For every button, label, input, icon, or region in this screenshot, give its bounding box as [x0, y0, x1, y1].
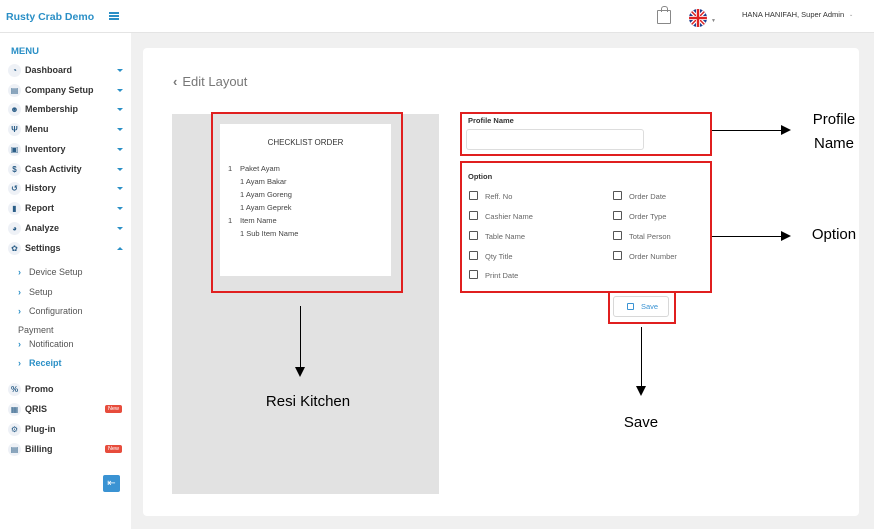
sidebar-subitem-configuration[interactable]: › Configuration — [18, 306, 83, 316]
sidebar-subitem-notification[interactable]: › Notification — [18, 339, 74, 349]
sidebar-subitem-device-setup[interactable]: › Device Setup — [18, 267, 83, 277]
sidebar-item-label: Plug-in — [25, 424, 56, 434]
sidebar-item-plugin[interactable]: ⚙ Plug-in — [8, 421, 126, 439]
annotation-label-save: Save — [623, 414, 659, 431]
uk-flag-icon[interactable] — [689, 9, 707, 27]
arrow-right-icon — [781, 231, 791, 241]
qr-icon: ▦ — [8, 403, 21, 416]
chevron-down-icon — [117, 227, 123, 230]
chevron-down-icon — [117, 168, 123, 171]
sidebar-item-label: Promo — [25, 384, 54, 394]
sidebar-item-label: Billing — [25, 444, 53, 454]
chevron-down-icon — [117, 108, 123, 111]
sidebar-item-analyze[interactable]: ◕ Analyze — [8, 220, 126, 238]
sidebar-subitem-receipt[interactable]: › Receipt — [18, 358, 62, 368]
annotation-box-profile-name — [460, 112, 712, 156]
menu-title: MENU — [11, 46, 39, 57]
sidebar-item-label: Dashboard — [25, 65, 73, 75]
chevron-down-icon[interactable]: ▼ — [711, 18, 716, 24]
chevron-right-icon: › — [18, 287, 21, 297]
annotation-label-profile-name: Profile Name — [812, 111, 856, 152]
shopping-bag-icon[interactable] — [657, 6, 671, 24]
sidebar-item-company-setup[interactable]: ▤ Company Setup — [8, 82, 126, 100]
billing-icon: ▤ — [8, 443, 21, 456]
history-icon: ↺ — [8, 182, 21, 195]
annotation-label-resi-kitchen: Resi Kitchen — [265, 393, 351, 410]
sidebar-item-label: Report — [25, 203, 54, 213]
annotation-label-option: Option — [811, 226, 857, 243]
sidebar-item-history[interactable]: ↺ History — [8, 180, 126, 198]
sidebar-item-cash-activity[interactable]: $ Cash Activity — [8, 161, 126, 179]
sidebar-subitem-setup[interactable]: › Setup — [18, 287, 53, 297]
sidebar-item-label: Cash Activity — [25, 164, 82, 174]
sidebar-item-report[interactable]: ▮ Report — [8, 200, 126, 218]
chevron-down-icon — [117, 187, 123, 190]
sidebar-item-inventory[interactable]: ▣ Inventory — [8, 141, 126, 159]
inventory-icon: ▣ — [8, 143, 21, 156]
arrow-right-icon — [781, 125, 791, 135]
chevron-right-icon: › — [18, 267, 21, 277]
annotation-arrow-line — [300, 306, 301, 368]
arrow-down-icon — [636, 386, 646, 396]
brand-bar: Rusty Crab Demo — [0, 0, 131, 33]
sidebar-item-label: Menu — [25, 124, 49, 134]
report-icon: ▮ — [8, 202, 21, 215]
chevron-down-icon — [117, 69, 123, 72]
sidebar-item-menu[interactable]: Ψ Menu — [8, 121, 126, 139]
users-icon: ☻ — [8, 103, 21, 116]
chevron-right-icon: › — [18, 358, 21, 368]
chevron-down-icon — [117, 207, 123, 210]
sidebar-item-qris[interactable]: ▦ QRIS New — [8, 401, 126, 419]
collapse-sidebar-button[interactable]: ⇤ — [103, 475, 120, 492]
chevron-down-icon — [117, 128, 123, 131]
brand-name[interactable]: Rusty Crab Demo — [6, 11, 94, 23]
chevron-right-icon: › — [18, 339, 21, 349]
chevron-left-icon: ‹ — [173, 74, 178, 89]
dashboard-icon: ◔ — [8, 64, 21, 77]
arrow-down-icon — [295, 367, 305, 377]
user-chevron-icon[interactable]: ⌄ — [849, 12, 853, 18]
sidebar-item-label: Membership — [25, 104, 79, 114]
plugin-icon: ⚙ — [8, 423, 21, 436]
page-title: Edit Layout — [182, 74, 248, 89]
annotation-arrow-line — [712, 130, 782, 131]
hamburger-icon[interactable] — [109, 12, 119, 20]
back-button[interactable]: ‹ Edit Layout — [173, 74, 247, 89]
sidebar-item-billing[interactable]: ▤ Billing New — [8, 441, 126, 459]
chevron-down-icon — [117, 89, 123, 92]
sidebar-item-label: History — [25, 183, 57, 193]
analyze-icon: ◕ — [8, 222, 21, 235]
chevron-up-icon — [117, 247, 123, 250]
sidebar-item-label: Analyze — [25, 223, 60, 233]
annotation-box-option — [460, 161, 712, 293]
annotation-box-receipt — [211, 112, 403, 293]
company-icon: ▤ — [8, 84, 21, 97]
dollar-icon: $ — [8, 163, 21, 176]
sidebar-item-membership[interactable]: ☻ Membership — [8, 101, 126, 119]
annotation-arrow-line — [712, 236, 782, 237]
chevron-down-icon — [117, 148, 123, 151]
annotation-box-save — [608, 291, 676, 324]
new-badge: New — [104, 445, 122, 453]
topbar: ▼ HANA HANIFAH, Super Admin ⌄ — [131, 0, 874, 33]
new-badge: New — [104, 405, 122, 413]
sidebar-subitem-payment[interactable]: Payment — [18, 325, 54, 335]
sidebar-item-label: QRIS — [25, 404, 48, 414]
gear-icon: ✿ — [8, 242, 21, 255]
sidebar-item-label: Company Setup — [25, 85, 94, 95]
sidebar-item-settings[interactable]: ✿ Settings — [8, 240, 126, 258]
percent-icon: % — [8, 383, 21, 396]
sidebar-item-dashboard[interactable]: ◔ Dashboard — [8, 62, 126, 80]
sidebar-item-promo[interactable]: % Promo — [8, 381, 126, 399]
user-menu[interactable]: HANA HANIFAH, Super Admin — [742, 10, 844, 19]
sidebar-item-label: Inventory — [25, 144, 66, 154]
annotation-arrow-line — [641, 327, 642, 387]
utensils-icon: Ψ — [8, 123, 21, 136]
sidebar: Rusty Crab Demo MENU ◔ Dashboard ▤ Compa… — [0, 0, 131, 529]
chevron-right-icon: › — [18, 306, 21, 316]
sidebar-item-label: Settings — [25, 243, 61, 253]
